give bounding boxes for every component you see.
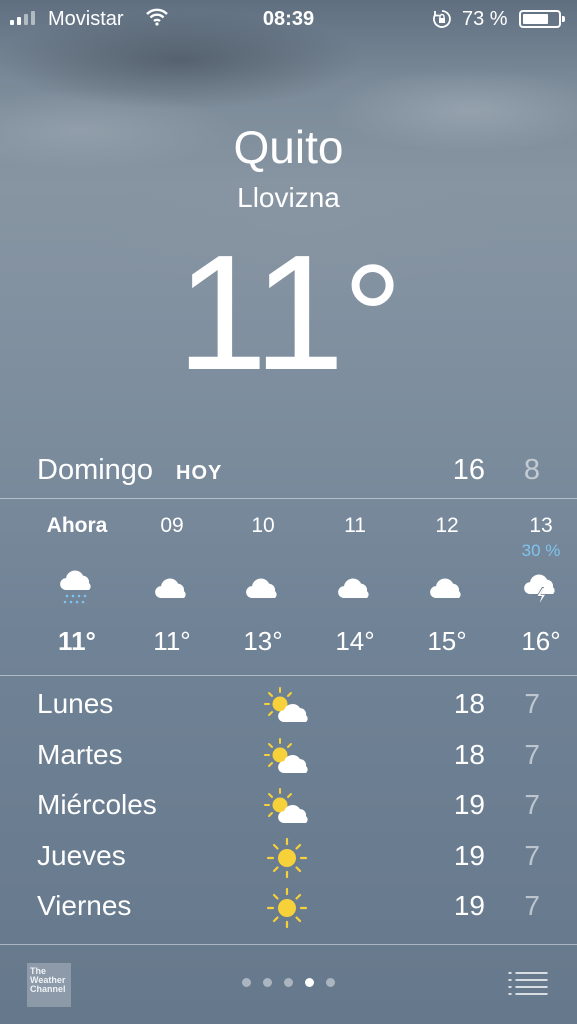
- hour-temperature: 13°: [243, 626, 283, 656]
- hour-label: 10: [251, 514, 275, 537]
- daily-row: Martes 18 7: [0, 733, 577, 783]
- daily-row: Viernes 19 7: [0, 884, 577, 934]
- divider: [0, 675, 577, 676]
- hour-temperature: 11°: [153, 626, 191, 656]
- precipitation-chance: 30 %: [521, 541, 561, 560]
- battery-icon: [519, 10, 565, 28]
- page-dot-active[interactable]: [305, 978, 314, 987]
- partly-sunny-icon: [262, 785, 312, 829]
- today-summary-row: Domingo HOY 16 8: [0, 452, 577, 496]
- divider: [0, 944, 577, 945]
- cloud-icon: [154, 568, 190, 608]
- city-name: Quito: [233, 121, 344, 173]
- sun-icon: [262, 886, 312, 930]
- status-bar: Movistar 08:39 73 %: [0, 0, 577, 38]
- temperature-value: 11: [176, 221, 344, 404]
- hour-label: Ahora: [46, 514, 108, 537]
- divider: [0, 498, 577, 499]
- hour-temperature: 14°: [335, 626, 375, 656]
- day-low: 7: [524, 688, 540, 719]
- page-dot[interactable]: [326, 978, 335, 987]
- day-high: 19: [453, 789, 485, 820]
- hour-temperature: 16°: [521, 626, 561, 656]
- hour-temperature: 11°: [58, 626, 96, 656]
- day-high: 19: [453, 839, 485, 871]
- page-dot[interactable]: [263, 978, 272, 987]
- hour-label: 09: [160, 514, 184, 537]
- cloud-icon: [429, 568, 465, 608]
- day-low: 7: [524, 789, 540, 820]
- current-temperature: 11°: [0, 228, 577, 402]
- sun-icon: [262, 836, 312, 880]
- hour-label: 12: [435, 514, 459, 537]
- hour-label: 13: [529, 514, 553, 537]
- cloud-icon: [337, 568, 373, 608]
- today-label: HOY: [176, 462, 223, 484]
- drizzle-icon: [59, 568, 95, 608]
- day-low: 7: [524, 839, 540, 871]
- hourly-forecast-strip[interactable]: Ahora 11° 09 11° 10 13° 11 14° 12 15° 13 30 % 16°: [0, 500, 577, 674]
- thunderstorm-icon: [523, 568, 559, 608]
- today-low: 8: [523, 454, 540, 486]
- day-name: Lunes: [37, 688, 114, 719]
- day-high: 18: [453, 738, 485, 770]
- day-name: Martes: [37, 738, 123, 770]
- day-high: 18: [453, 688, 485, 719]
- today-day-name: Domingo: [37, 454, 154, 486]
- battery-percentage: 73 %: [462, 8, 508, 30]
- hour-temperature: 15°: [427, 626, 467, 656]
- day-high: 19: [453, 890, 485, 921]
- day-name: Viernes: [37, 890, 132, 921]
- day-low: 7: [524, 890, 540, 921]
- day-name: Miércoles: [37, 789, 157, 820]
- page-indicator[interactable]: [0, 978, 577, 987]
- daily-row: Jueves 19 7: [0, 834, 577, 884]
- daily-row: Miércoles 19 7: [0, 783, 577, 833]
- day-low: 7: [524, 738, 540, 770]
- today-high: 16: [452, 454, 485, 486]
- partly-sunny-icon: [262, 684, 312, 728]
- partly-sunny-icon: [262, 735, 312, 779]
- cloud-icon: [245, 568, 281, 608]
- weather-condition: Llovizna: [237, 182, 340, 213]
- rotation-lock-icon: [433, 10, 451, 28]
- list-icon[interactable]: [508, 970, 548, 998]
- degree-symbol: °: [342, 233, 403, 401]
- page-dot[interactable]: [284, 978, 293, 987]
- daily-row: Lunes 18 7: [0, 682, 577, 732]
- page-dot[interactable]: [242, 978, 251, 987]
- hour-label: 11: [344, 514, 366, 537]
- day-name: Jueves: [37, 839, 126, 871]
